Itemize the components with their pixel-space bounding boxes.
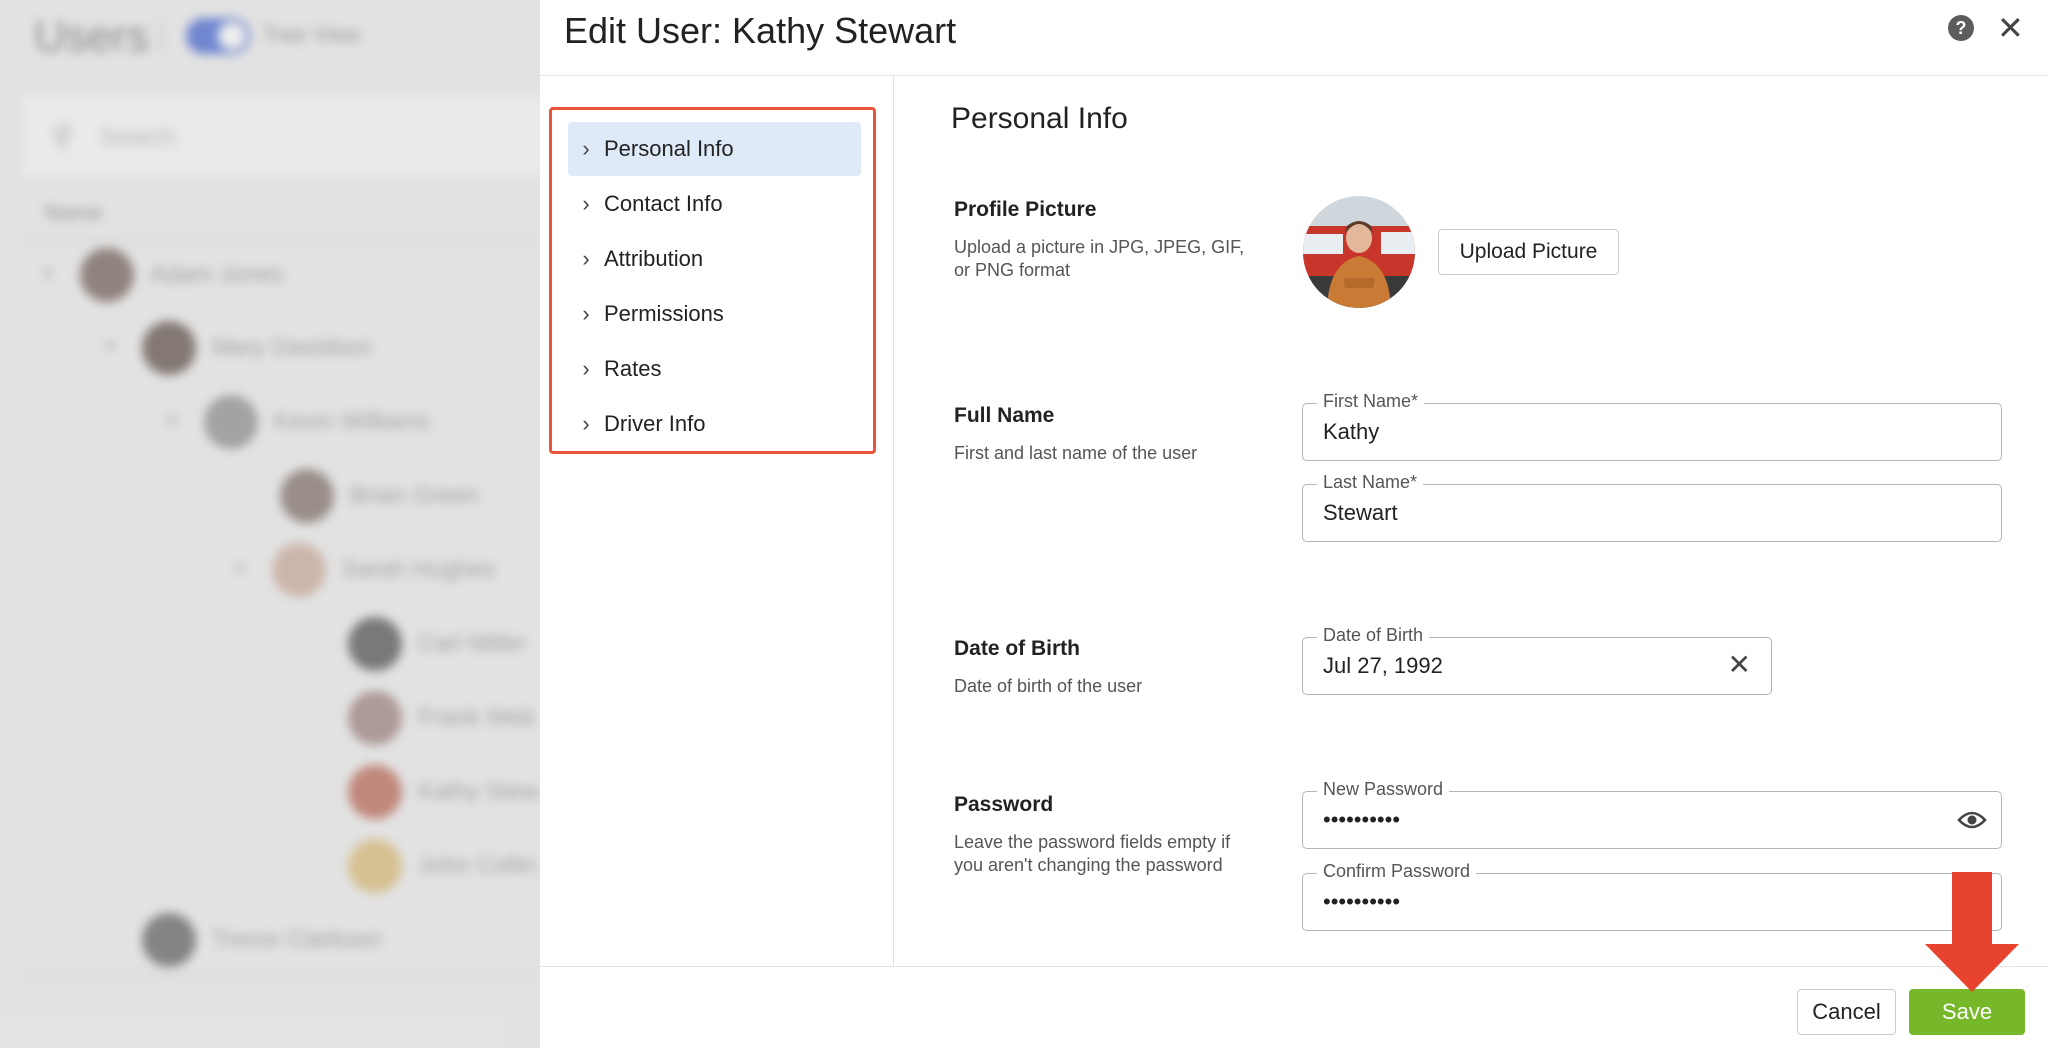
dialog-content: Personal Info Profile Picture Upload a p… [895,76,2048,966]
date-of-birth-description: Date of birth of the user [954,676,1143,696]
chevron-right-icon: › [582,411,590,436]
users-page-background: Users Tree View ⚲ Search Name ▼ Adam Jon… [0,0,540,1048]
nav-item-attribution[interactable]: › Attribution [568,232,861,286]
new-password-input[interactable]: •••••••••• [1323,807,1400,833]
profile-picture-description: Upload a picture in JPG, JPEG, GIF, or P… [954,237,1245,280]
eye-icon[interactable] [1957,808,1987,837]
chevron-right-icon: › [582,246,590,271]
chevron-right-icon: › [582,191,590,216]
eye-icon-graphic [1957,811,1987,829]
password-label: Password [954,793,1054,816]
new-password-field-label: New Password [1317,779,1450,800]
confirm-password-field-label: Confirm Password [1317,861,1477,882]
date-of-birth-label: Date of Birth [954,637,1080,660]
nav-item-label: Permissions [604,301,724,326]
last-name-input[interactable]: Stewart [1323,500,1398,526]
nav-item-label: Contact Info [604,191,723,216]
first-name-field[interactable]: First Name* Kathy [1302,391,2002,461]
date-of-birth-input[interactable]: Jul 27, 1992 [1323,653,1443,679]
profile-picture-label: Profile Picture [954,198,1097,221]
full-name-description: First and last name of the user [954,443,1198,463]
nav-item-personal-info[interactable]: › Personal Info [568,122,861,176]
nav-item-label: Personal Info [604,136,734,161]
close-icon[interactable]: ✕ [1997,12,2024,44]
modal-overlay [0,0,540,1048]
section-title: Personal Info [951,102,1128,135]
new-password-field[interactable]: New Password •••••••••• [1302,779,2002,849]
dialog-footer: Cancel Save [540,966,2048,1048]
confirm-password-field[interactable]: Confirm Password •••••••••• [1302,861,2002,931]
cancel-button[interactable]: Cancel [1797,989,1896,1035]
highlight-box: › Personal Info › Contact Info › Attribu… [549,107,876,454]
nav-item-permissions[interactable]: › Permissions [568,287,861,341]
profile-photo [1303,196,1415,308]
dialog-header: Edit User: Kathy Stewart ? ✕ [540,0,2048,76]
upload-picture-button[interactable]: Upload Picture [1438,229,1619,275]
question-circle-icon[interactable]: ? [1948,15,1974,41]
dialog-sidebar: › Personal Info › Contact Info › Attribu… [540,76,894,966]
nav-item-driver-info[interactable]: › Driver Info [568,397,861,451]
chevron-right-icon: › [582,301,590,326]
full-name-label: Full Name [954,404,1055,427]
edit-user-dialog: Edit User: Kathy Stewart ? ✕ › Personal … [540,0,2048,1048]
nav-item-rates[interactable]: › Rates [568,342,861,396]
password-description: Leave the password fields empty if you a… [954,832,1231,875]
chevron-right-icon: › [582,356,590,381]
confirm-password-input[interactable]: •••••••••• [1323,889,1400,915]
last-name-field-label: Last Name* [1317,472,1424,493]
dialog-title: Edit User: Kathy Stewart [564,10,957,51]
last-name-field[interactable]: Last Name* Stewart [1302,472,2002,542]
arrow-down-icon [1925,872,2019,992]
date-of-birth-field[interactable]: Date of Birth Jul 27, 1992 ✕ [1302,625,1772,695]
nav-item-contact-info[interactable]: › Contact Info [568,177,861,231]
nav-item-label: Driver Info [604,411,706,436]
chevron-right-icon: › [582,136,590,161]
avatar [1303,196,1415,308]
clear-icon[interactable]: ✕ [1728,650,1751,680]
date-of-birth-field-label: Date of Birth [1317,625,1430,646]
first-name-input[interactable]: Kathy [1323,419,1379,445]
nav-item-label: Attribution [604,246,704,271]
nav-item-label: Rates [604,356,662,381]
first-name-field-label: First Name* [1317,391,1425,412]
